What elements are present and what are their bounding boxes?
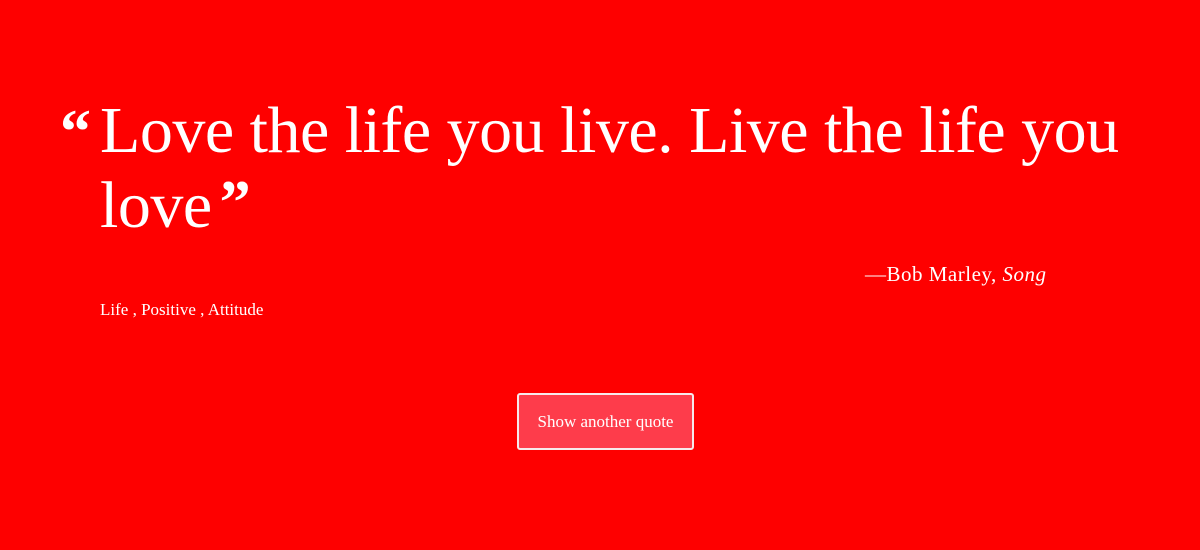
tag-positive[interactable]: Positive [141, 300, 196, 319]
attribution-dash: — [865, 262, 887, 286]
close-quote-mark: ” [219, 169, 251, 237]
show-another-quote-button[interactable]: Show another quote [517, 393, 694, 450]
tag-attitude[interactable]: Attitude [208, 300, 264, 319]
attribution-separator: , [991, 262, 1003, 286]
quote-source: Song [1002, 262, 1047, 286]
tag-life[interactable]: Life [100, 300, 128, 319]
quote-author: Bob Marley [886, 262, 992, 286]
quote-tags: Life , Positive , Attitude [100, 300, 263, 320]
quote-text-body: Love the life you live. Live the life yo… [100, 94, 1119, 242]
quote-text: Love the life you live. Live the life yo… [100, 95, 1140, 242]
quote-attribution: —Bob Marley, Song [865, 262, 1047, 287]
open-quote-mark: “ [60, 98, 91, 166]
quote-block: “ Love the life you live. Live the life … [60, 95, 1140, 242]
tag-separator: , [128, 300, 142, 319]
tag-separator: , [195, 300, 208, 319]
